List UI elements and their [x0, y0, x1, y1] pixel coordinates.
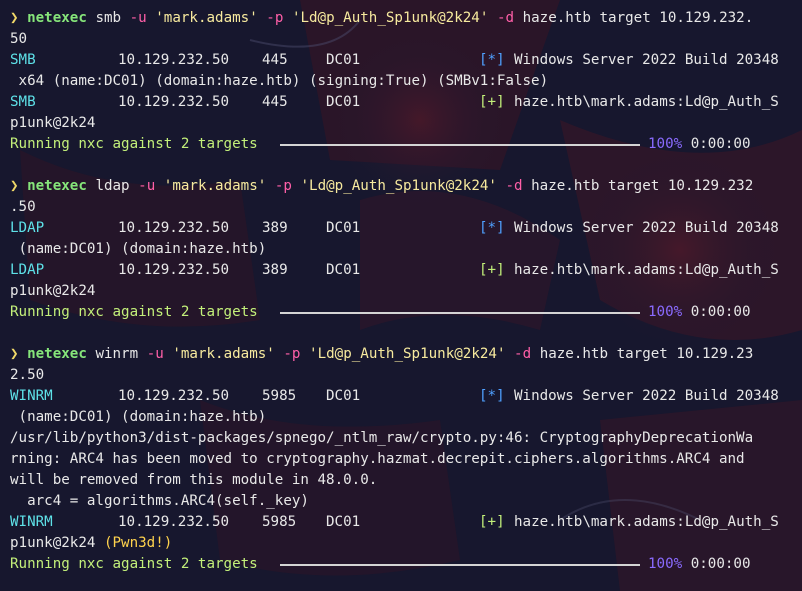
- info-marker: [*]: [479, 52, 505, 68]
- success-marker: [+]: [479, 262, 505, 278]
- output-row-wrap: p1unk@2k24: [10, 283, 96, 299]
- output-row-wrap: x64 (name:DC01) (domain:haze.htb) (signi…: [10, 73, 549, 89]
- output-row: LDAP 10.129.232.50 389 DC01 [*] Windows Serve…: [10, 218, 798, 239]
- progress-line: Running nxc against 2 targets 100% 0:00:0…: [10, 304, 751, 320]
- warning-line: arc4 = algorithms.ARC4(self._key): [10, 493, 309, 509]
- pwned-badge: (Pwn3d!): [103, 535, 173, 551]
- success-marker: [+]: [479, 94, 505, 110]
- command-line-wrap: 2.50: [10, 367, 45, 383]
- command-line-winrm[interactable]: ❯ netexec winrm -u 'mark.adams' -p 'Ld@p…: [10, 344, 798, 365]
- warning-line: will be removed from this module in 48.0…: [10, 472, 378, 488]
- progress-bar: [280, 564, 640, 566]
- info-marker: [*]: [479, 388, 505, 404]
- prompt-icon: ❯: [10, 10, 19, 26]
- terminal-output: ❯ netexec smb -u 'mark.adams' -p 'Ld@p_A…: [10, 8, 798, 575]
- output-row: SMB 10.129.232.50 445 DC01 [+] haze.htb\mark.…: [10, 92, 798, 113]
- output-row-wrap: p1unk@2k24 (Pwn3d!): [10, 535, 173, 551]
- command-line-wrap: .50: [10, 199, 36, 215]
- output-row: WINRM 10.129.232.50 5985 DC01 [*] Windows Ser…: [10, 386, 798, 407]
- progress-line: Running nxc against 2 targets 100% 0:00:0…: [10, 136, 751, 152]
- warning-line: rning: ARC4 has been moved to cryptograp…: [10, 451, 745, 467]
- command-line-ldap[interactable]: ❯ netexec ldap -u 'mark.adams' -p 'Ld@p_…: [10, 176, 798, 197]
- output-row-wrap: p1unk@2k24: [10, 115, 96, 131]
- output-row-wrap: (name:DC01) (domain:haze.htb): [10, 241, 267, 257]
- prompt-icon: ❯: [10, 346, 19, 362]
- warning-line: /usr/lib/python3/dist-packages/spnego/_n…: [10, 430, 754, 446]
- success-marker: [+]: [479, 514, 505, 530]
- progress-bar: [280, 312, 640, 314]
- prompt-icon: ❯: [10, 178, 19, 194]
- info-marker: [*]: [479, 220, 505, 236]
- progress-line: Running nxc against 2 targets 100% 0:00:0…: [10, 556, 751, 572]
- command-line-wrap: 50: [10, 31, 28, 47]
- output-row-wrap: (name:DC01) (domain:haze.htb): [10, 409, 267, 425]
- output-row: LDAP 10.129.232.50 389 DC01 [+] haze.htb\mark…: [10, 260, 798, 281]
- output-row: WINRM 10.129.232.50 5985 DC01 [+] haze.htb\ma…: [10, 512, 798, 533]
- output-row: SMB 10.129.232.50 445 DC01 [*] Windows Server…: [10, 50, 798, 71]
- command-line-smb[interactable]: ❯ netexec smb -u 'mark.adams' -p 'Ld@p_A…: [10, 8, 798, 29]
- progress-bar: [280, 144, 640, 146]
